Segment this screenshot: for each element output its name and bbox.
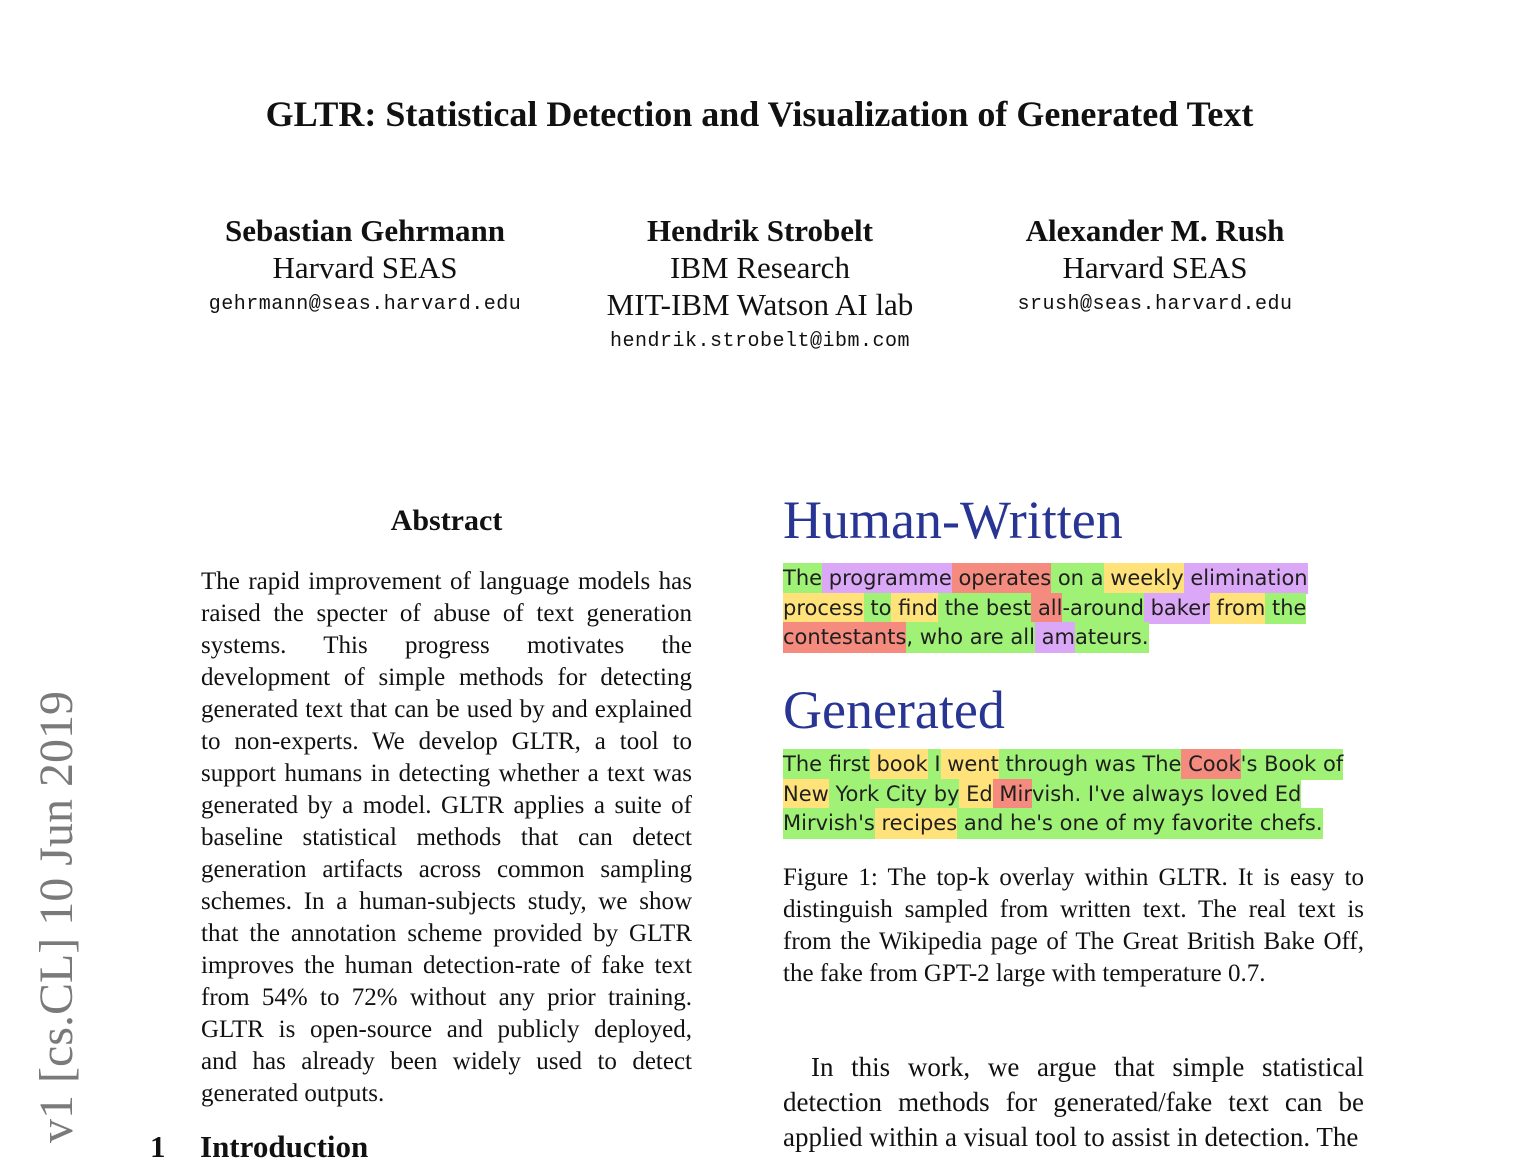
abstract-heading: Abstract [390, 504, 503, 537]
token: favorite [1165, 808, 1254, 839]
token: The [783, 563, 823, 594]
token: went [940, 749, 999, 780]
token: chefs [1253, 808, 1316, 839]
token: the [1265, 592, 1307, 624]
token: of [1098, 808, 1126, 839]
token: loved [1204, 778, 1269, 810]
token: contestants [783, 622, 907, 653]
arxiv-stamp: v1 [cs.CL] 10 Jun 2019 [30, 691, 83, 1143]
author-email[interactable]: gehrmann@seas.harvard.edu [175, 286, 555, 323]
token: the [938, 592, 980, 624]
token: best [979, 592, 1032, 624]
token: am [1034, 622, 1075, 653]
token: my [1125, 808, 1166, 839]
token: I [927, 749, 941, 780]
section-title: Introduction [200, 1129, 369, 1164]
figure-generated-heading: Generated [783, 680, 1005, 740]
token: a [1083, 563, 1104, 594]
token: Ed [959, 778, 993, 810]
token: 's [858, 808, 875, 839]
token: elimination [1183, 563, 1308, 594]
token: I [1081, 778, 1095, 810]
figure-human-heading: Human-Written [783, 490, 1123, 550]
token: always [1125, 778, 1204, 810]
figure-caption: Figure 1: The top-k overlay within GLTR.… [783, 864, 1364, 987]
abstract-text: The rapid improvement of language models… [201, 568, 692, 1107]
token: City [879, 778, 928, 810]
token: -around [1062, 592, 1144, 624]
token: of [1316, 749, 1344, 780]
intro-paragraph: In this work, we argue that simple stati… [783, 1050, 1364, 1155]
token: he [1003, 808, 1037, 839]
token: Mir [992, 778, 1032, 810]
section-heading: 1 Introduction [150, 1128, 368, 1166]
token: The [1135, 749, 1182, 780]
section-number: 1 [150, 1129, 166, 1164]
token: through [998, 749, 1089, 780]
token: . [1315, 808, 1323, 839]
author-email[interactable]: srush@seas.harvard.edu [965, 286, 1345, 323]
token: on [1051, 563, 1084, 594]
token: Book [1257, 749, 1317, 780]
token: York [828, 778, 880, 810]
author-affiliation: Harvard SEAS [272, 250, 458, 285]
token: weekly [1103, 563, 1184, 594]
token: and [957, 808, 1004, 839]
token: who [913, 622, 964, 653]
token: all [1003, 622, 1035, 653]
author-block: Hendrik Strobelt IBM Research MIT-IBM Wa… [580, 212, 940, 360]
token: ateurs [1074, 622, 1142, 653]
token: recipes [874, 808, 958, 839]
human-token-overlay: The programme operates on a weekly elimi… [783, 563, 1353, 653]
author-affiliation: MIT-IBM Watson AI lab [606, 287, 914, 322]
token: New [783, 778, 829, 810]
token: book [869, 749, 928, 780]
author-email[interactable]: hendrik.strobelt@ibm.com [580, 323, 940, 360]
author-affiliation: Harvard SEAS [1062, 250, 1248, 285]
token: find [891, 592, 939, 624]
author-name: Alexander M. Rush [1025, 213, 1285, 248]
token: baker [1143, 592, 1210, 624]
token: programme [822, 563, 952, 594]
author-affiliation: IBM Research [670, 250, 850, 285]
token: from [1209, 592, 1266, 624]
token: Ed [1268, 778, 1302, 810]
token: one [1052, 808, 1099, 839]
token: process [783, 592, 864, 624]
token: The [783, 749, 823, 780]
token: Cook [1181, 749, 1241, 780]
token: 's [1240, 749, 1258, 780]
token: are [963, 622, 1004, 653]
generated-token-overlay: The first book I went through was The Co… [783, 749, 1368, 839]
author-name: Sebastian Gehrmann [225, 213, 505, 248]
token: 's [1036, 808, 1053, 839]
token: by [927, 778, 960, 810]
token: first [822, 749, 870, 780]
author-name: Hendrik Strobelt [647, 213, 873, 248]
token: Mirvish [783, 808, 859, 839]
token: 've [1094, 778, 1126, 810]
token: . [1141, 622, 1149, 653]
paper-title: GLTR: Statistical Detection and Visualiz… [265, 94, 1254, 134]
token: vish [1032, 778, 1075, 810]
intro-text: In this work, we argue that simple stati… [783, 1052, 1364, 1152]
author-block: Alexander M. Rush Harvard SEAS srush@sea… [965, 212, 1345, 323]
token: all [1031, 592, 1063, 624]
author-block: Sebastian Gehrmann Harvard SEAS gehrmann… [175, 212, 555, 323]
token: to [863, 592, 892, 624]
token: operates [951, 563, 1052, 594]
token: was [1088, 749, 1136, 780]
